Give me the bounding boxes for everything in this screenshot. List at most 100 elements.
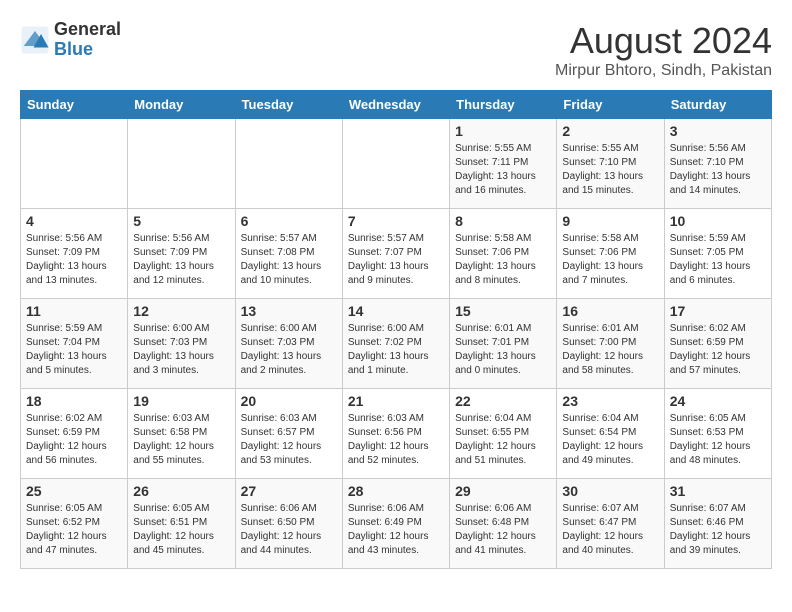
page-header: General Blue August 2024 Mirpur Bhtoro, … (20, 20, 772, 80)
day-number: 21 (348, 393, 444, 409)
logo-text: General Blue (54, 20, 121, 60)
day-number: 27 (241, 483, 337, 499)
day-number: 11 (26, 303, 122, 319)
day-number: 18 (26, 393, 122, 409)
calendar-cell: 9Sunrise: 5:58 AM Sunset: 7:06 PM Daylig… (557, 209, 664, 299)
calendar-cell: 19Sunrise: 6:03 AM Sunset: 6:58 PM Dayli… (128, 389, 235, 479)
day-info: Sunrise: 6:05 AM Sunset: 6:52 PM Dayligh… (26, 502, 122, 558)
calendar-cell: 10 Sunrise: 5:59 AM Sunset: 7:05 PM Dayli… (664, 209, 771, 299)
day-number: 25 (26, 483, 122, 499)
day-number: 28 (348, 483, 444, 499)
day-info: Sunrise: 6:06 AM Sunset: 6:49 PM Dayligh… (348, 502, 444, 558)
calendar-cell: 6Sunrise: 5:57 AM Sunset: 7:08 PM Daylig… (235, 209, 342, 299)
day-number: 26 (133, 483, 229, 499)
calendar-header-row: SundayMondayTuesdayWednesdayThursdayFrid… (21, 91, 772, 119)
column-header-monday: Monday (128, 91, 235, 119)
day-info: Sunrise: 5:59 AM Sunset: 7:04 PM Dayligh… (26, 322, 122, 378)
day-number: 22 (455, 393, 551, 409)
calendar-cell: 29Sunrise: 6:06 AM Sunset: 6:48 PM Dayli… (450, 479, 557, 569)
calendar-cell: 28 Sunrise: 6:06 AM Sunset: 6:49 PM Dayli… (342, 479, 449, 569)
calendar-week-row: 1 Sunrise: 5:55 AM Sunset: 7:11 PM Daylig… (21, 119, 772, 209)
day-number: 8 (455, 213, 551, 229)
calendar-cell: 21 Sunrise: 6:03 AM Sunset: 6:56 PM Dayli… (342, 389, 449, 479)
day-number: 1 (455, 123, 551, 139)
day-number: 17 (670, 303, 766, 319)
calendar-cell: 26 Sunrise: 6:05 AM Sunset: 6:51 PM Dayli… (128, 479, 235, 569)
calendar-cell: 4 Sunrise: 5:56 AM Sunset: 7:09 PM Daylig… (21, 209, 128, 299)
day-info: Sunrise: 6:00 AM Sunset: 7:03 PM Dayligh… (133, 322, 229, 378)
day-number: 23 (562, 393, 658, 409)
calendar-cell: 25 Sunrise: 6:05 AM Sunset: 6:52 PM Dayli… (21, 479, 128, 569)
day-number: 3 (670, 123, 766, 139)
day-info: Sunrise: 5:55 AM Sunset: 7:10 PM Dayligh… (562, 142, 658, 198)
calendar-cell: 5 Sunrise: 5:56 AM Sunset: 7:09 PM Daylig… (128, 209, 235, 299)
day-number: 7 (348, 213, 444, 229)
calendar-cell: 31Sunrise: 6:07 AM Sunset: 6:46 PM Dayli… (664, 479, 771, 569)
logo-blue-text: Blue (54, 40, 121, 60)
logo-icon (20, 25, 50, 55)
day-info: Sunrise: 6:07 AM Sunset: 6:47 PM Dayligh… (562, 502, 658, 558)
day-number: 20 (241, 393, 337, 409)
day-number: 9 (562, 213, 658, 229)
calendar-cell: 30 Sunrise: 6:07 AM Sunset: 6:47 PM Dayli… (557, 479, 664, 569)
calendar-cell: 1 Sunrise: 5:55 AM Sunset: 7:11 PM Daylig… (450, 119, 557, 209)
day-info: Sunrise: 6:05 AM Sunset: 6:51 PM Dayligh… (133, 502, 229, 558)
calendar-cell: 3 Sunrise: 5:56 AM Sunset: 7:10 PM Daylig… (664, 119, 771, 209)
calendar-week-row: 25 Sunrise: 6:05 AM Sunset: 6:52 PM Dayli… (21, 479, 772, 569)
calendar-cell (21, 119, 128, 209)
calendar-week-row: 4 Sunrise: 5:56 AM Sunset: 7:09 PM Daylig… (21, 209, 772, 299)
location-title: Mirpur Bhtoro, Sindh, Pakistan (555, 62, 772, 80)
day-number: 4 (26, 213, 122, 229)
day-info: Sunrise: 5:55 AM Sunset: 7:11 PM Dayligh… (455, 142, 551, 198)
calendar-cell: 18 Sunrise: 6:02 AM Sunset: 6:59 PM Dayli… (21, 389, 128, 479)
day-info: Sunrise: 6:04 AM Sunset: 6:54 PM Dayligh… (562, 412, 658, 468)
day-info: Sunrise: 6:05 AM Sunset: 6:53 PM Dayligh… (670, 412, 766, 468)
calendar-cell: 11 Sunrise: 5:59 AM Sunset: 7:04 PM Dayli… (21, 299, 128, 389)
day-info: Sunrise: 6:01 AM Sunset: 7:00 PM Dayligh… (562, 322, 658, 378)
calendar-cell (235, 119, 342, 209)
day-info: Sunrise: 6:03 AM Sunset: 6:57 PM Dayligh… (241, 412, 337, 468)
column-header-tuesday: Tuesday (235, 91, 342, 119)
calendar-cell: 22 Sunrise: 6:04 AM Sunset: 6:55 PM Dayli… (450, 389, 557, 479)
calendar-week-row: 11 Sunrise: 5:59 AM Sunset: 7:04 PM Dayli… (21, 299, 772, 389)
day-info: Sunrise: 5:57 AM Sunset: 7:08 PM Dayligh… (241, 232, 337, 288)
day-info: Sunrise: 5:59 AM Sunset: 7:05 PM Dayligh… (670, 232, 766, 288)
column-header-sunday: Sunday (21, 91, 128, 119)
calendar-cell: 13Sunrise: 6:00 AM Sunset: 7:03 PM Dayli… (235, 299, 342, 389)
calendar-cell: 15 Sunrise: 6:01 AM Sunset: 7:01 PM Dayli… (450, 299, 557, 389)
calendar-cell: 27 Sunrise: 6:06 AM Sunset: 6:50 PM Dayli… (235, 479, 342, 569)
day-info: Sunrise: 6:00 AM Sunset: 7:02 PM Dayligh… (348, 322, 444, 378)
calendar-cell: 2Sunrise: 5:55 AM Sunset: 7:10 PM Daylig… (557, 119, 664, 209)
day-info: Sunrise: 6:06 AM Sunset: 6:48 PM Dayligh… (455, 502, 551, 558)
day-info: Sunrise: 5:56 AM Sunset: 7:10 PM Dayligh… (670, 142, 766, 198)
calendar-cell: 14 Sunrise: 6:00 AM Sunset: 7:02 PM Dayli… (342, 299, 449, 389)
day-info: Sunrise: 6:02 AM Sunset: 6:59 PM Dayligh… (26, 412, 122, 468)
calendar-cell: 8 Sunrise: 5:58 AM Sunset: 7:06 PM Daylig… (450, 209, 557, 299)
day-info: Sunrise: 5:57 AM Sunset: 7:07 PM Dayligh… (348, 232, 444, 288)
day-number: 10 (670, 213, 766, 229)
calendar-cell (128, 119, 235, 209)
calendar-cell: 7 Sunrise: 5:57 AM Sunset: 7:07 PM Daylig… (342, 209, 449, 299)
day-info: Sunrise: 5:56 AM Sunset: 7:09 PM Dayligh… (133, 232, 229, 288)
day-info: Sunrise: 5:56 AM Sunset: 7:09 PM Dayligh… (26, 232, 122, 288)
day-info: Sunrise: 5:58 AM Sunset: 7:06 PM Dayligh… (455, 232, 551, 288)
day-info: Sunrise: 6:07 AM Sunset: 6:46 PM Dayligh… (670, 502, 766, 558)
day-number: 12 (133, 303, 229, 319)
day-info: Sunrise: 6:03 AM Sunset: 6:56 PM Dayligh… (348, 412, 444, 468)
column-header-saturday: Saturday (664, 91, 771, 119)
day-info: Sunrise: 6:03 AM Sunset: 6:58 PM Dayligh… (133, 412, 229, 468)
logo-general-text: General (54, 20, 121, 40)
day-info: Sunrise: 6:01 AM Sunset: 7:01 PM Dayligh… (455, 322, 551, 378)
day-number: 13 (241, 303, 337, 319)
day-number: 14 (348, 303, 444, 319)
day-number: 16 (562, 303, 658, 319)
calendar-cell: 20 Sunrise: 6:03 AM Sunset: 6:57 PM Dayli… (235, 389, 342, 479)
title-block: August 2024 Mirpur Bhtoro, Sindh, Pakist… (555, 20, 772, 80)
day-info: Sunrise: 6:06 AM Sunset: 6:50 PM Dayligh… (241, 502, 337, 558)
day-number: 5 (133, 213, 229, 229)
day-number: 15 (455, 303, 551, 319)
column-header-wednesday: Wednesday (342, 91, 449, 119)
day-number: 30 (562, 483, 658, 499)
calendar-cell: 24Sunrise: 6:05 AM Sunset: 6:53 PM Dayli… (664, 389, 771, 479)
day-info: Sunrise: 6:04 AM Sunset: 6:55 PM Dayligh… (455, 412, 551, 468)
